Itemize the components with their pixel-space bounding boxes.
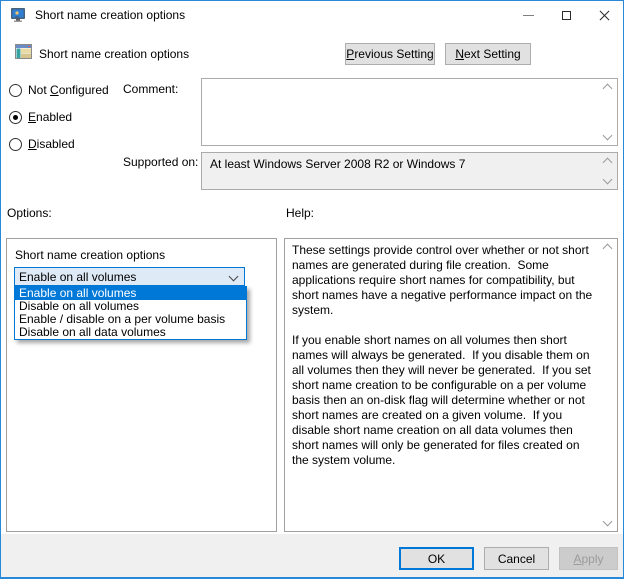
ok-button[interactable]: OK bbox=[399, 547, 474, 570]
scroll-down-icon[interactable] bbox=[602, 174, 613, 185]
radio-not-configured[interactable]: Not Configured bbox=[9, 83, 109, 97]
radio-enabled-label: Enabled bbox=[28, 110, 73, 124]
close-button[interactable] bbox=[585, 1, 623, 30]
previous-setting-button[interactable]: Previous Setting bbox=[345, 43, 435, 65]
dialog-window: Short name creation options Short name c… bbox=[0, 0, 624, 579]
help-text: These settings provide control over whet… bbox=[292, 243, 593, 467]
help-label: Help: bbox=[286, 206, 315, 220]
combobox-value: Enable on all volumes bbox=[19, 269, 137, 284]
comment-label: Comment: bbox=[123, 82, 179, 96]
comment-input[interactable] bbox=[201, 78, 618, 146]
radio-selected-icon bbox=[9, 110, 22, 124]
options-setting-label: Short name creation options bbox=[15, 248, 166, 262]
combobox-dropdown-list: Enable on all volumes Disable on all vol… bbox=[14, 286, 247, 340]
short-name-options-combobox[interactable]: Enable on all volumes bbox=[14, 267, 245, 286]
help-panel[interactable]: These settings provide control over whet… bbox=[284, 238, 618, 532]
dropdown-item-disable-all[interactable]: Disable on all volumes bbox=[15, 300, 246, 313]
maximize-icon bbox=[561, 11, 571, 20]
group-policy-app-icon bbox=[10, 7, 26, 23]
supported-on-label: Supported on: bbox=[123, 155, 199, 169]
radio-unselected-icon bbox=[9, 83, 22, 97]
radio-disabled-label: Disabled bbox=[28, 137, 75, 151]
title-bar[interactable]: Short name creation options bbox=[1, 1, 623, 30]
cancel-button[interactable]: Cancel bbox=[484, 547, 549, 570]
chevron-down-icon bbox=[228, 271, 239, 282]
setting-title: Short name creation options bbox=[39, 47, 190, 61]
radio-not-configured-label: Not Configured bbox=[28, 83, 109, 97]
window-title: Short name creation options bbox=[35, 8, 186, 22]
window-controls bbox=[509, 1, 623, 30]
footer-bar: OK Cancel Apply bbox=[1, 534, 623, 577]
scroll-up-icon[interactable] bbox=[602, 157, 613, 168]
dropdown-item-enable-all[interactable]: Enable on all volumes bbox=[15, 287, 246, 300]
supported-on-value: At least Windows Server 2008 R2 or Windo… bbox=[210, 157, 466, 171]
supported-on-box: At least Windows Server 2008 R2 or Windo… bbox=[201, 152, 618, 190]
maximize-button[interactable] bbox=[547, 1, 585, 30]
options-label: Options: bbox=[7, 206, 52, 220]
scroll-down-icon[interactable] bbox=[602, 130, 613, 141]
scroll-up-icon[interactable] bbox=[602, 83, 613, 94]
minimize-icon bbox=[522, 15, 534, 16]
close-icon bbox=[598, 9, 611, 22]
dropdown-item-disable-data[interactable]: Disable on all data volumes bbox=[15, 326, 246, 339]
minimize-button[interactable] bbox=[509, 1, 547, 30]
radio-disabled[interactable]: Disabled bbox=[9, 137, 75, 151]
dropdown-item-per-volume[interactable]: Enable / disable on a per volume basis bbox=[15, 313, 246, 326]
policy-setting-icon bbox=[15, 44, 32, 59]
apply-button: Apply bbox=[559, 547, 618, 570]
radio-unselected-icon bbox=[9, 137, 22, 151]
next-setting-button[interactable]: Next Setting bbox=[445, 43, 531, 65]
radio-enabled[interactable]: Enabled bbox=[9, 110, 72, 124]
options-panel: Short name creation options Enable on al… bbox=[6, 238, 277, 532]
